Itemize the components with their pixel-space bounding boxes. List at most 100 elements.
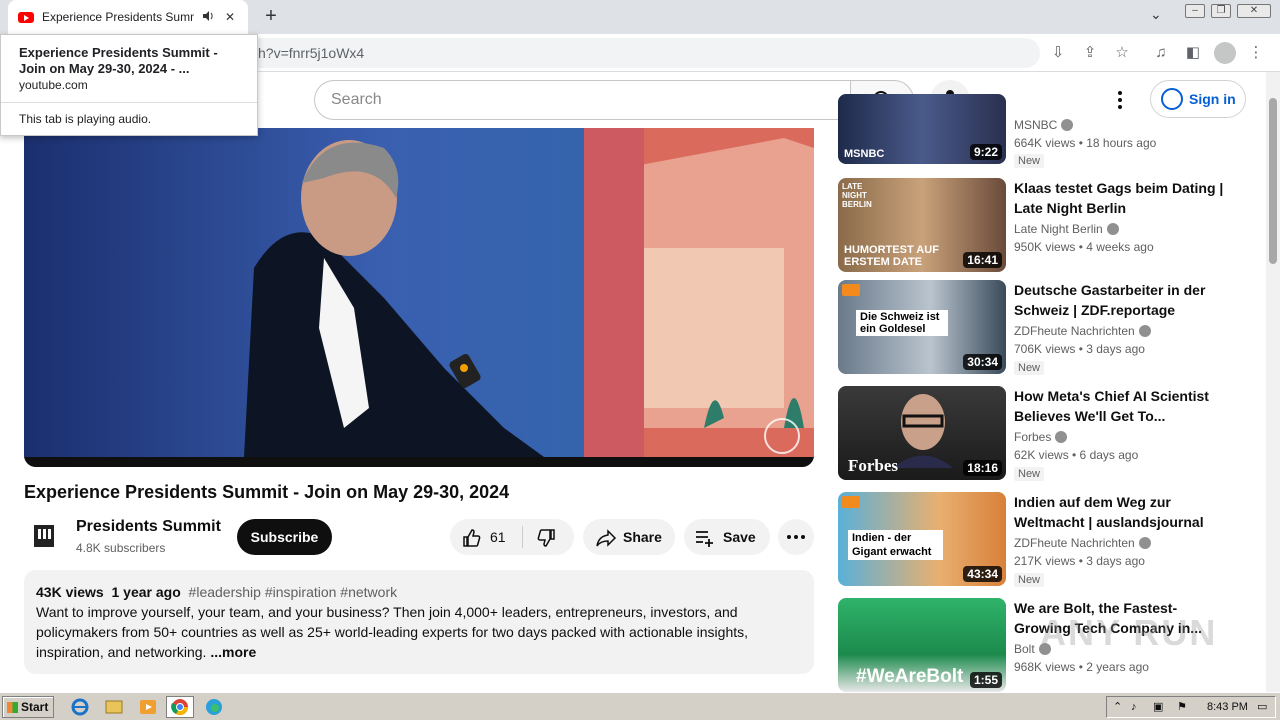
restore-window-button[interactable]: ❐ [1211, 4, 1231, 18]
audio-playing-icon[interactable] [200, 10, 216, 25]
bookmark-star-icon[interactable]: ☆ [1112, 43, 1132, 63]
recommendation-meta: 950K views • 4 weeks ago [1014, 240, 1154, 254]
recommendation-item[interactable]: Forbes 18:16 How Meta's Chief AI Scienti… [838, 386, 1258, 482]
like-divider [522, 526, 523, 548]
close-window-button[interactable]: ✕ [1237, 4, 1271, 18]
thumbnail-text: Die Schweiz ist ein Goldesel [856, 310, 948, 336]
share-label: Share [623, 529, 662, 545]
recommendation-meta: 217K views • 3 days ago [1014, 554, 1145, 568]
new-badge: New [1014, 467, 1045, 481]
tray-expand-icon[interactable]: ⌃ [1113, 697, 1122, 717]
save-label: Save [723, 529, 756, 545]
thumbs-down-icon[interactable] [536, 528, 556, 548]
recommendation-meta: 706K views • 3 days ago [1014, 342, 1145, 356]
search-input[interactable]: Search [314, 80, 851, 120]
new-tab-button[interactable]: + [260, 5, 282, 27]
share-page-icon[interactable]: ⇪ [1080, 43, 1100, 63]
show-more-link[interactable]: ...more [210, 644, 256, 660]
file-explorer-icon[interactable] [100, 696, 128, 718]
recommendation-meta: 968K views • 2 years ago [1014, 660, 1149, 674]
show-desktop-icon[interactable]: ▭ [1257, 697, 1267, 717]
hover-card-domain: youtube.com [19, 78, 88, 92]
recommendation-item[interactable]: Indien - der Gigant erwacht 43:34 Indien… [838, 492, 1258, 588]
subscribe-button[interactable]: Subscribe [237, 519, 332, 555]
recommendation-meta: 62K views • 6 days ago [1014, 448, 1139, 462]
media-controls-icon[interactable]: ♫ [1151, 43, 1171, 63]
description-box[interactable]: 43K views 1 year ago #leadership #inspir… [24, 570, 814, 674]
install-app-icon[interactable]: ⇩ [1048, 43, 1068, 63]
profile-avatar-icon[interactable] [1214, 42, 1236, 64]
like-count[interactable]: 61 [490, 519, 506, 555]
browser-tab[interactable]: Experience Presidents Summit - ✕ [8, 0, 248, 34]
description-body: Want to improve yourself, your team, and… [36, 604, 749, 660]
thumbs-up-icon[interactable] [462, 528, 482, 548]
recommendation-thumbnail[interactable]: LATE NIGHT BERLIN HUMORTEST AUF ERSTEM DAT… [838, 178, 1006, 272]
recommendation-thumbnail[interactable]: MSNBC 9:22 [838, 94, 1006, 164]
taskbar-clock[interactable]: 8:43 PM [1207, 697, 1248, 717]
internet-explorer-icon[interactable] [66, 696, 94, 718]
recommendation-thumbnail[interactable]: Forbes 18:16 [838, 386, 1006, 480]
verified-check-icon [1106, 223, 1119, 235]
volume-icon[interactable]: ♪ [1131, 697, 1137, 717]
tab-search-chevron-icon[interactable]: ⌄ [1150, 6, 1162, 23]
video-title: Experience Presidents Summit - Join on M… [24, 482, 510, 502]
thumbnail-text: MSNBC [844, 148, 885, 160]
description-meta: 43K views 1 year ago #leadership #inspir… [36, 582, 802, 602]
windows-taskbar: Start ⌃ ♪ ▣ ⚑ 8:43 PM ▭ [0, 692, 1280, 720]
recommendation-thumbnail[interactable]: Die Schweiz ist ein Goldesel 30:34 [838, 280, 1006, 374]
chrome-taskbar-icon[interactable] [166, 696, 194, 718]
video-player[interactable] [24, 128, 814, 467]
recommendation-channel: Forbes [1014, 430, 1068, 444]
recommendation-title[interactable]: Klaas testet Gags beim Dating | Late Nig… [1014, 178, 1229, 218]
video-duration: 43:34 [963, 566, 1002, 582]
channel-watermark-icon[interactable] [764, 418, 800, 454]
scrollbar-thumb[interactable] [1269, 98, 1277, 264]
recommendation-thumbnail[interactable]: Indien - der Gigant erwacht 43:34 [838, 492, 1006, 586]
more-actions-button[interactable] [778, 519, 814, 555]
anyrun-watermark: ANY RUN [1040, 612, 1218, 653]
share-button[interactable]: Share [583, 519, 675, 555]
settings-more-icon[interactable] [1110, 88, 1130, 112]
media-player-icon[interactable] [134, 696, 162, 718]
video-duration: 16:41 [963, 252, 1002, 268]
start-button[interactable]: Start [2, 696, 54, 718]
side-panel-icon[interactable]: ◧ [1183, 43, 1203, 63]
recommendation-title[interactable]: Deutsche Gastarbeiter in der Schweiz | Z… [1014, 280, 1229, 320]
recommendation-channel: Late Night Berlin [1014, 222, 1119, 236]
channel-avatar[interactable] [24, 516, 64, 556]
address-bar[interactable]: h?v=fnrr5j1oWx4 [120, 38, 1040, 68]
subscriber-count: 4.8K subscribers [76, 541, 166, 555]
minimize-window-button[interactable]: – [1185, 4, 1205, 18]
hover-card-divider [1, 102, 257, 103]
browser-tab-strip: Experience Presidents Summit - ✕ + ⌄ – ❐… [0, 0, 1280, 34]
upload-age: 1 year ago [111, 584, 181, 600]
recommendation-channel: ZDFheute Nachrichten [1014, 536, 1151, 550]
new-badge: New [1014, 154, 1045, 168]
recommendation-title[interactable]: How Meta's Chief AI Scientist Believes W… [1014, 386, 1229, 426]
account-icon [1161, 88, 1183, 110]
recommendation-thumbnail[interactable]: #WeAreBolt 1:55 [838, 598, 1006, 692]
network-icon[interactable]: ▣ [1153, 697, 1163, 717]
page-scrollbar[interactable] [1266, 72, 1280, 692]
add-to-playlist-icon [696, 531, 713, 547]
channel-name[interactable]: Presidents Summit [76, 518, 221, 536]
hashtags[interactable]: #leadership #inspiration #network [189, 584, 398, 600]
hover-card-audio-notice: This tab is playing audio. [19, 112, 152, 126]
close-tab-icon[interactable]: ✕ [222, 10, 238, 24]
windows-logo-icon [7, 702, 18, 713]
video-duration: 1:55 [969, 672, 1002, 688]
speaker-portrait [893, 394, 953, 468]
action-center-flag-icon[interactable]: ⚑ [1177, 697, 1187, 717]
player-progress-bar[interactable] [24, 457, 814, 467]
video-duration: 18:16 [963, 460, 1002, 476]
video-duration: 30:34 [963, 354, 1002, 370]
system-tray: ⌃ ♪ ▣ ⚑ 8:43 PM ▭ [1106, 696, 1276, 718]
sign-in-label: Sign in [1189, 91, 1236, 107]
save-button[interactable]: Save [684, 519, 770, 555]
edge-icon[interactable] [200, 696, 228, 718]
recommendation-title[interactable]: Indien auf dem Weg zur Weltmacht | ausla… [1014, 492, 1229, 532]
recommendation-item[interactable]: Die Schweiz ist ein Goldesel 30:34 Deuts… [838, 280, 1258, 376]
chrome-menu-icon[interactable]: ⋮ [1246, 43, 1266, 63]
recommendation-item[interactable]: LATE NIGHT BERLIN HUMORTEST AUF ERSTEM DAT… [838, 178, 1258, 274]
thumbnail-text: Forbes [848, 456, 899, 475]
